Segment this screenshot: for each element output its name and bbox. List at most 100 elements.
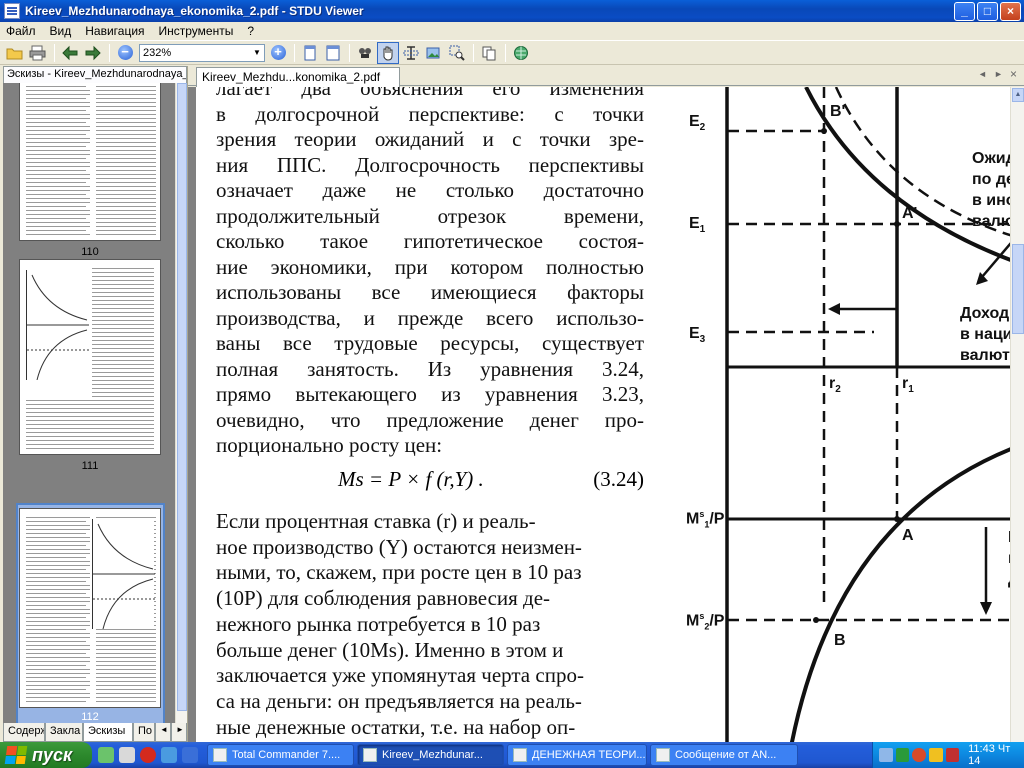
thumbnail-page-112[interactable] [19, 508, 161, 708]
tab-scroll-left-icon[interactable]: ◄ [155, 723, 171, 742]
note-income: Доход в наци валют [960, 303, 1010, 366]
thumbnail-text-line [92, 372, 154, 373]
task-stdu-viewer[interactable]: Kireev_Mezhdunar... [357, 744, 504, 766]
copy-icon[interactable] [478, 42, 500, 64]
opera-icon[interactable] [140, 747, 156, 763]
thumbnail-text-line [26, 581, 86, 582]
thumbnail-text-line [26, 589, 90, 590]
zoom-in-icon: + [270, 45, 286, 60]
tab-bookmarks[interactable]: Закла [45, 723, 83, 742]
thumbnail-text-line [26, 681, 90, 682]
menu-tools[interactable]: Инструменты [152, 24, 241, 38]
zoom-in-button[interactable]: + [267, 42, 289, 64]
document-tabs: Kireev_Mezhdu...konomika_2.pdf ◄ ► × [188, 66, 1024, 87]
scroll-up-icon[interactable]: ▲ [1012, 88, 1024, 102]
web-icon[interactable] [510, 42, 532, 64]
thumbnail-text-line [26, 625, 90, 626]
start-button[interactable]: пуск [0, 742, 92, 768]
thumbnail-text-line [96, 222, 156, 223]
browser-icon[interactable] [161, 747, 177, 763]
back-icon[interactable] [59, 42, 81, 64]
thumbnail-text-line [96, 182, 156, 183]
desktop-icon[interactable] [98, 747, 114, 763]
explorer-icon[interactable] [119, 747, 135, 763]
tab-search[interactable]: По [133, 723, 155, 742]
window-title: Kireev_Mezhdunarodnaya_ekonomika_2.pdf -… [25, 4, 364, 18]
tab-next-icon[interactable]: ► [994, 69, 1003, 79]
text-line: нежного рынка потребуется в 10 раз [216, 611, 541, 636]
thumbnail-text-line [96, 665, 156, 666]
zoom-select[interactable]: 232% ▼ [139, 43, 265, 62]
label-m2-p: Ms2/P [686, 611, 725, 632]
zoom-out-button[interactable]: − [114, 42, 136, 64]
tray-opera-icon[interactable] [912, 748, 926, 762]
tab-prev-icon[interactable]: ◄ [978, 69, 987, 79]
thumbnail-text-line [26, 533, 86, 534]
thumbnail-page-111[interactable] [19, 259, 161, 455]
tab-contents[interactable]: Содерж [3, 723, 45, 742]
text-select-icon[interactable] [400, 42, 422, 64]
print-icon[interactable] [27, 42, 49, 64]
system-tray: 11:43 Чт 14 [872, 742, 1024, 768]
task-total-commander[interactable]: Total Commander 7.... [207, 744, 354, 766]
tab-scroll-right-icon[interactable]: ► [171, 723, 187, 742]
chevron-down-icon[interactable]: ▼ [250, 45, 264, 61]
thumbnail-text-line [92, 332, 154, 333]
thumbnail-text-line [26, 126, 90, 127]
close-button[interactable]: × [1000, 1, 1021, 21]
thumbnail-text-line [92, 364, 154, 365]
maximize-button[interactable]: □ [977, 1, 998, 21]
clock: 11:43 Чт 14 [968, 743, 1011, 767]
thumbnail-text-line [26, 90, 90, 91]
thumbnail-text-line [26, 645, 90, 646]
thumbnail-text-line [96, 641, 156, 642]
minimize-button[interactable]: _ [954, 1, 975, 21]
tray-pen-icon[interactable] [879, 748, 893, 762]
media-icon[interactable] [182, 747, 198, 763]
tray-check-icon[interactable] [895, 748, 910, 762]
scrollbar-thumb[interactable] [1012, 244, 1024, 334]
tab-document[interactable]: Kireev_Mezhdu...konomika_2.pdf [196, 67, 400, 87]
document-view[interactable]: лагает два объяснения его изменения в дол… [188, 87, 1010, 742]
page-text-column: лагает два объяснения его изменения в дол… [216, 87, 644, 459]
text-line: ния ППС. Долгосрочность перспективы [216, 152, 644, 177]
two-page-icon[interactable] [322, 42, 344, 64]
tray-warning-icon[interactable] [928, 748, 943, 762]
thumbnail-text-line [26, 537, 90, 538]
zoom-select-icon[interactable] [446, 42, 468, 64]
menu-help[interactable]: ? [240, 24, 261, 38]
task-word-document[interactable]: ДЕНЕЖНАЯ ТЕОРИ... [507, 744, 647, 766]
label-b: B [834, 632, 846, 649]
thumbnail-text-line [96, 645, 156, 646]
document-scrollbar[interactable]: ▲ [1010, 87, 1024, 742]
tab-close-icon[interactable]: × [1010, 67, 1017, 81]
thumbnails-scrollbar[interactable] [175, 83, 187, 741]
forward-icon[interactable] [82, 42, 104, 64]
menu-navigation[interactable]: Навигация [78, 24, 151, 38]
thumbnails-list[interactable]: 110 111 112 [3, 83, 175, 741]
menu-file[interactable]: Файл [0, 24, 43, 38]
tab-thumbnails[interactable]: Эскизы [83, 723, 133, 742]
hand-tool-icon[interactable] [377, 41, 399, 64]
task-message[interactable]: Сообщение от AN... [650, 744, 798, 766]
menu-view[interactable]: Вид [43, 24, 79, 38]
thumbnail-text-line [26, 158, 86, 159]
thumbnail-text-line [92, 324, 154, 325]
thumbnail-text-line [26, 214, 90, 215]
thumbnail-text-line [96, 230, 156, 231]
thumbnail-text-line [26, 697, 90, 698]
thumbnail-text-line [26, 693, 90, 694]
thumbnail-text-line [96, 198, 156, 199]
image-select-icon[interactable] [423, 42, 445, 64]
find-icon[interactable] [354, 42, 376, 64]
single-page-icon[interactable] [299, 42, 321, 64]
tray-flag-icon[interactable] [945, 748, 960, 762]
open-folder-icon[interactable] [4, 42, 26, 64]
text-line: производства, и прежде всего использо- [216, 305, 644, 330]
thumbnail-text-line [26, 106, 90, 107]
thumbnail-page-110[interactable] [19, 83, 161, 241]
thumbnail-text-line [26, 649, 90, 650]
scrollbar-thumb[interactable] [177, 83, 187, 711]
thumbnail-text-line [92, 328, 154, 329]
thumbnail-text-line [92, 384, 154, 385]
